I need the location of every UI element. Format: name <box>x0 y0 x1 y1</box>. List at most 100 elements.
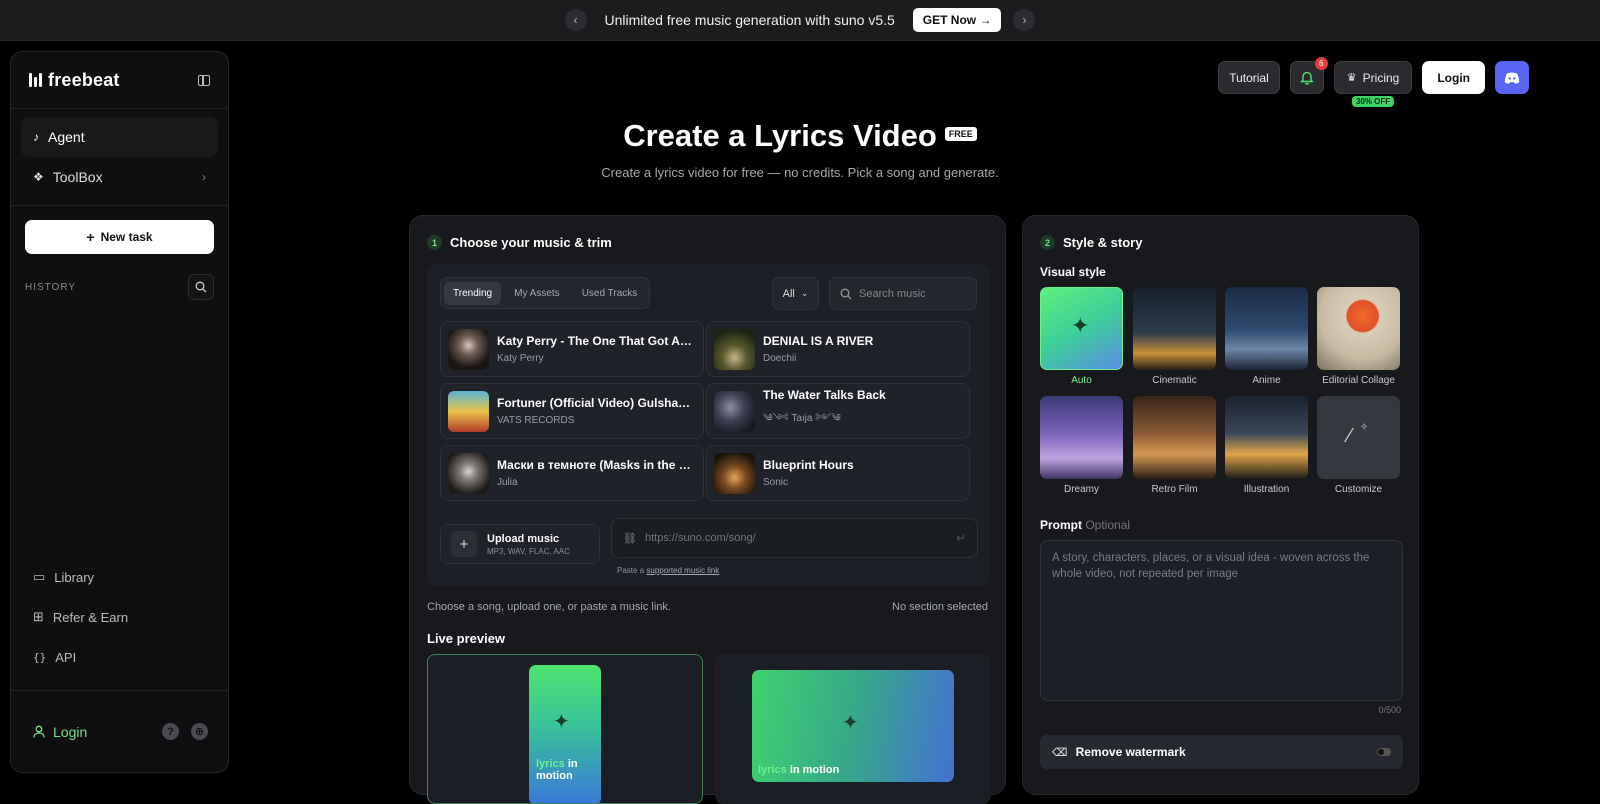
watermark-toggle[interactable] <box>1377 748 1391 756</box>
track-cover <box>448 390 489 432</box>
pricing-button[interactable]: ♛ Pricing 30% OFF <box>1333 61 1413 107</box>
step-number: 2 <box>1040 235 1055 250</box>
music-step-header: 1 Choose your music & trim <box>427 235 612 250</box>
globe-icon[interactable]: ⊕ <box>191 723 208 740</box>
sparkle-icon: ✦ <box>553 711 570 733</box>
prompt-textarea[interactable]: A story, characters, places, or a visual… <box>1040 540 1403 701</box>
top-bar: Tutorial 6 ♛ Pricing 30% OFF Login <box>1218 57 1529 107</box>
step-number: 1 <box>427 235 442 250</box>
notifications-button[interactable]: 6 <box>1289 57 1328 94</box>
logo[interactable]: freebeat <box>29 70 120 91</box>
tab-used-tracks[interactable]: Used Tracks <box>573 282 647 305</box>
music-search-input[interactable]: Search music <box>829 277 977 310</box>
track-item[interactable]: DENIAL IS A RIVER Doechii <box>706 321 970 377</box>
sidebar-item-library[interactable]: ▭ Library <box>21 557 218 597</box>
style-label: Dreamy <box>1063 484 1099 495</box>
tutorial-button[interactable]: Tutorial <box>1218 61 1280 94</box>
style-card: 2 Style & story Visual style ✦ Auto Cine… <box>1022 215 1419 795</box>
preview-caption: lyrics in motion <box>536 758 578 782</box>
search-icon <box>195 281 207 293</box>
login-button[interactable]: Login <box>1422 61 1485 94</box>
page-title: Create a Lyrics Video FREE <box>0 118 1600 154</box>
history-search-button[interactable] <box>188 274 214 300</box>
sidebar-login-link[interactable]: Login <box>33 724 87 740</box>
plus-icon: + <box>451 531 477 557</box>
help-icon[interactable]: ? <box>162 723 179 740</box>
style-label: Auto <box>1071 375 1092 386</box>
style-label: Editorial Collage <box>1322 375 1395 386</box>
style-dreamy[interactable] <box>1040 396 1123 479</box>
style-label: Retro Film <box>1151 484 1198 495</box>
page-subtitle: Create a lyrics video for free — no cred… <box>601 165 999 180</box>
preview-caption: lyrics in motion <box>758 764 840 776</box>
sidebar-toggle-icon[interactable] <box>198 74 210 86</box>
folder-icon: ▭ <box>33 569 46 584</box>
section-status: No section selected <box>892 601 988 613</box>
music-hint: Choose a song, upload one, or paste a mu… <box>427 601 671 613</box>
style-label: Cinematic <box>1152 375 1197 386</box>
track-item[interactable]: Katy Perry - The One That Got Away Katy P… <box>440 321 704 377</box>
braces-icon: {} <box>33 650 47 664</box>
live-preview-label: Live preview <box>427 631 506 646</box>
sidebar-item-api[interactable]: {} API <box>21 637 218 677</box>
link-icon: ⛓ <box>623 532 637 545</box>
sidebar-item-refer[interactable]: ⊞ Refer & Earn <box>21 597 218 637</box>
discord-icon <box>1504 72 1520 84</box>
style-customize[interactable]: ⁄ ✧ <box>1317 396 1400 479</box>
paste-hint: Paste a supported music link <box>617 566 720 575</box>
style-editorial-collage[interactable] <box>1317 287 1400 370</box>
discord-button[interactable] <box>1495 61 1529 94</box>
preview-wide-frame: ✦ lyrics in motion <box>752 670 954 782</box>
track-cover <box>714 452 755 494</box>
visual-style-label: Visual style <box>1040 265 1106 279</box>
preview-vertical[interactable]: ✦ lyrics in motion <box>427 654 703 804</box>
chevron-down-icon: ⌄ <box>800 288 809 298</box>
style-label: Anime <box>1252 375 1281 386</box>
user-icon <box>33 725 45 738</box>
new-task-button[interactable]: + New task <box>25 220 214 254</box>
prompt-counter: 0/500 <box>1378 705 1401 715</box>
sidebar: freebeat ♪ Agent ❖ ToolBox › + New task … <box>10 51 229 773</box>
banner-next-button[interactable]: › <box>1013 9 1036 31</box>
music-tabs: Trending My Assets Used Tracks <box>440 277 651 309</box>
style-step-header: 2 Style & story <box>1040 235 1142 250</box>
filter-select[interactable]: All ⌄ <box>772 277 819 310</box>
tab-my-assets[interactable]: My Assets <box>505 282 569 305</box>
search-icon <box>840 288 852 299</box>
logo-icon <box>29 73 42 87</box>
style-anime[interactable] <box>1225 287 1308 370</box>
discount-badge: 30% OFF <box>1351 96 1395 107</box>
get-now-button[interactable]: GET Now → <box>912 8 1002 32</box>
track-item[interactable]: Fortuner (Official Video) Gulshan MusicV… <box>440 383 704 439</box>
track-item[interactable]: The Water Talks Back ༄༺ Taıja ༻༄ <box>706 383 970 439</box>
tab-trending[interactable]: Trending <box>444 281 502 305</box>
style-label: Illustration <box>1243 484 1290 495</box>
sparkle-icon: ✦ <box>1071 313 1090 338</box>
history-label: HISTORY <box>25 281 77 293</box>
sparkle-icon: ✦ <box>842 712 859 734</box>
style-cinematic[interactable] <box>1133 287 1216 370</box>
supported-link[interactable]: supported music link <box>646 566 719 575</box>
enter-icon[interactable]: ↵ <box>956 531 966 545</box>
eraser-icon: ⌫ <box>1052 746 1068 759</box>
track-item[interactable]: Маски в темноте (Masks in the Dark) Julia <box>440 445 704 501</box>
bell-icon <box>1299 71 1314 85</box>
music-link-input[interactable]: ⛓ https://suno.com/song/ ↵ <box>611 518 978 558</box>
upload-music-button[interactable]: + Upload music MP3, WAV, FLAC, AAC <box>440 524 600 564</box>
notification-count: 6 <box>1314 57 1328 70</box>
music-card: 1 Choose your music & trim Trending My A… <box>409 215 1006 804</box>
sparkle-icon: ✧ <box>1360 422 1369 433</box>
preview-wide[interactable]: ✦ lyrics in motion <box>715 654 991 804</box>
style-illustration[interactable] <box>1225 396 1308 479</box>
magic-wand-icon: ⁄ <box>1348 425 1352 447</box>
preview-vertical-frame: ✦ lyrics in motion <box>529 665 601 803</box>
track-item[interactable]: Blueprint Hours Sonic <box>706 445 970 501</box>
plus-icon: + <box>86 229 95 245</box>
banner-prev-button[interactable]: ‹ <box>564 9 587 31</box>
track-cover <box>448 452 489 494</box>
promo-banner: ‹ Unlimited free music generation with s… <box>0 0 1600 41</box>
style-auto[interactable]: ✦ <box>1040 287 1123 370</box>
remove-watermark-row[interactable]: ⌫ Remove watermark <box>1040 735 1403 769</box>
track-cover <box>448 328 489 370</box>
style-retro-film[interactable] <box>1133 396 1216 479</box>
